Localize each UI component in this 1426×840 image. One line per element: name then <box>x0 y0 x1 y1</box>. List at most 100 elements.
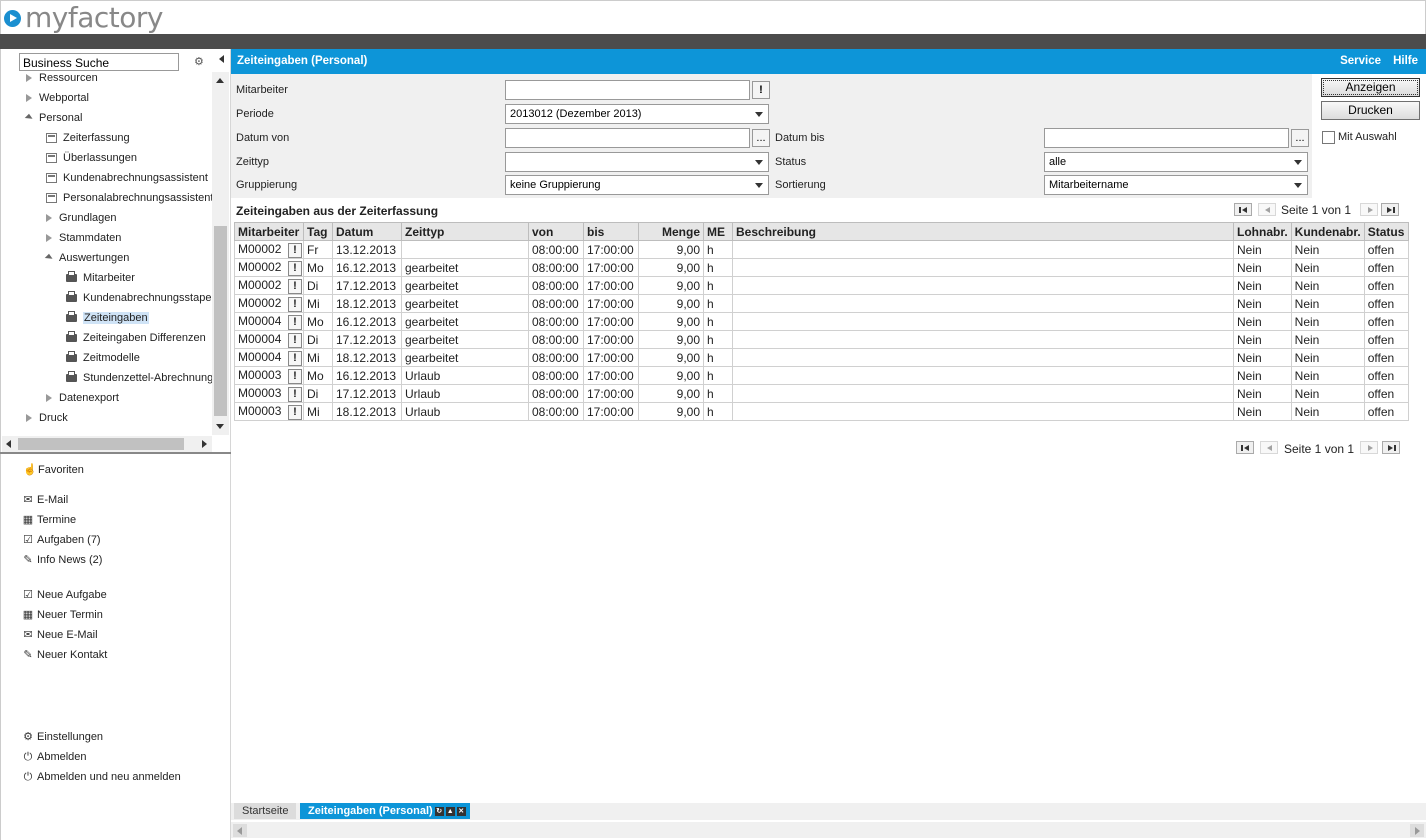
table-row[interactable]: M00002! Mi 18.12.2013 gearbeitet 08:00:00 17:… <box>234 294 1409 313</box>
scroll-right-icon-bottom[interactable] <box>1410 824 1424 837</box>
search-settings-gear-icon[interactable]: ⚙ <box>194 55 204 68</box>
mitarbeiter-lookup-button[interactable]: ! <box>752 81 770 99</box>
pin-tab-icon[interactable]: ▲ <box>445 806 455 816</box>
last-page-button[interactable] <box>1381 203 1399 216</box>
scroll-up-icon[interactable] <box>212 72 229 89</box>
sidebar-link-abmelden-und-neu-anmelden[interactable]: ⏻ Abmelden und neu anmelden <box>22 769 181 785</box>
scroll-left-icon[interactable] <box>2 436 18 452</box>
tab-startseite[interactable]: Startseite <box>234 803 297 819</box>
tree-item-stammdaten[interactable]: Stammdaten <box>46 231 121 251</box>
sidebar-link-e-mail[interactable]: ✉ E-Mail <box>22 492 68 508</box>
gruppierung-select[interactable]: keine Gruppierung <box>505 175 769 195</box>
tree-item-zeiteingaben-differenzen[interactable]: Zeiteingaben Differenzen <box>66 331 206 351</box>
row-detail-button[interactable]: ! <box>288 278 302 294</box>
row-detail-button[interactable]: ! <box>288 386 302 402</box>
tree-item-webportal[interactable]: Webportal <box>26 91 89 111</box>
datum-bis-picker-button[interactable]: ... <box>1291 129 1309 147</box>
bottom-horizontal-scrollbar[interactable] <box>231 822 1426 838</box>
tree-item-grundlagen[interactable]: Grundlagen <box>46 211 117 231</box>
sidebar-link-abmelden[interactable]: ⏻ Abmelden <box>22 749 87 765</box>
sidebar-link-neuer-kontakt[interactable]: ✎ Neuer Kontakt <box>22 647 107 663</box>
sidebar-link-termine[interactable]: ▦ Termine <box>22 512 76 528</box>
tree-item-zeiteingaben[interactable]: Zeiteingaben <box>66 311 149 331</box>
row-detail-button[interactable]: ! <box>288 296 302 312</box>
table-row[interactable]: M00003! Di 17.12.2013 Urlaub 08:00:00 17:00:0… <box>234 384 1409 403</box>
sortierung-select[interactable]: Mitarbeitername <box>1044 175 1308 195</box>
column-header-kundenabr[interactable]: Kundenabr. <box>1290 222 1365 241</box>
tree-item-kundenabrechnungsassistent[interactable]: Kundenabrechnungsassistent <box>46 171 208 191</box>
sidebar-link-neuer-termin[interactable]: ▦ Neuer Termin <box>22 607 103 623</box>
column-header-menge[interactable]: Menge <box>638 222 704 241</box>
sidebar-link-einstellungen[interactable]: ⚙ Einstellungen <box>22 729 103 745</box>
table-row[interactable]: M00003! Mo 16.12.2013 Urlaub 08:00:00 17:00:0… <box>234 366 1409 385</box>
tree-item-mitarbeiter[interactable]: Mitarbeiter <box>66 271 135 291</box>
sidebar-link-neue-e-mail[interactable]: ✉ Neue E-Mail <box>22 627 97 643</box>
tree-item-datenexport[interactable]: Datenexport <box>46 391 119 411</box>
last-page-button-bottom[interactable] <box>1382 441 1400 454</box>
tree-item-kundenabrechnungsstapel[interactable]: Kundenabrechnungsstapel <box>66 291 212 311</box>
scroll-down-icon[interactable] <box>212 418 229 435</box>
previous-page-button-bottom[interactable] <box>1260 441 1278 454</box>
scroll-thumb-horizontal[interactable] <box>18 438 184 450</box>
service-link[interactable]: Service <box>1340 55 1381 67</box>
tree-item-zeiterfassung[interactable]: Zeiterfassung <box>46 131 130 151</box>
tree-item-druck[interactable]: Druck <box>26 411 68 431</box>
help-link[interactable]: Hilfe <box>1393 55 1418 67</box>
table-row[interactable]: M00002! Di 17.12.2013 gearbeitet 08:00:00 17:… <box>234 276 1409 295</box>
scroll-left-icon-bottom[interactable] <box>233 824 247 837</box>
table-row[interactable]: M00004! Mo 16.12.2013 gearbeitet 08:00:00 17:… <box>234 312 1409 331</box>
next-page-button-bottom[interactable] <box>1360 441 1378 454</box>
favorites-link[interactable]: ☝Favoriten <box>23 462 84 478</box>
row-detail-button[interactable]: ! <box>288 404 302 420</box>
column-header-tag[interactable]: Tag <box>303 222 333 241</box>
scroll-right-icon[interactable] <box>196 436 212 452</box>
tab-zeiteingaben[interactable]: Zeiteingaben (Personal) ↻ ▲ ✕ <box>300 803 470 819</box>
table-row[interactable]: M00003! Mi 18.12.2013 Urlaub 08:00:00 17:00:0… <box>234 402 1409 421</box>
mitarbeiter-input[interactable] <box>505 80 750 100</box>
table-row[interactable]: M00002! Mo 16.12.2013 gearbeitet 08:00:00 17:… <box>234 258 1409 277</box>
sidebar-link-info-news-2[interactable]: ✎ Info News (2) <box>22 552 102 568</box>
previous-page-button[interactable] <box>1258 203 1276 216</box>
column-header-bis[interactable]: bis <box>583 222 639 241</box>
first-page-button[interactable] <box>1234 203 1252 216</box>
close-tab-icon[interactable]: ✕ <box>456 806 466 816</box>
tree-item-auswertungen[interactable]: Auswertungen <box>44 251 129 271</box>
next-page-button[interactable] <box>1360 203 1378 216</box>
row-detail-button[interactable]: ! <box>288 350 302 366</box>
table-row[interactable]: M00002! Fr 13.12.2013 08:00:00 17:00:00 9,00 h… <box>234 240 1409 259</box>
table-row[interactable]: M00004! Mi 18.12.2013 gearbeitet 08:00:00 17:… <box>234 348 1409 367</box>
zeittyp-select[interactable] <box>505 152 769 172</box>
column-header-mitarbeiter[interactable]: Mitarbeiter <box>234 222 304 241</box>
sidebar-link-aufgaben-7[interactable]: ☑ Aufgaben (7) <box>22 532 101 548</box>
column-header-datum[interactable]: Datum <box>332 222 402 241</box>
tree-item-ressourcen[interactable]: Ressourcen <box>26 71 98 91</box>
tree-horizontal-scrollbar[interactable] <box>2 436 212 452</box>
column-header-status[interactable]: Status <box>1363 222 1409 241</box>
column-header-lohnabr[interactable]: Lohnabr. <box>1233 222 1292 241</box>
row-detail-button[interactable]: ! <box>288 332 302 348</box>
business-search-input[interactable]: Business Suche <box>19 53 179 71</box>
table-row[interactable]: M00004! Di 17.12.2013 gearbeitet 08:00:00 17:… <box>234 330 1409 349</box>
tree-item-personal[interactable]: Personal <box>24 111 82 131</box>
periode-select[interactable]: 2013012 (Dezember 2013) <box>505 104 769 124</box>
datum-bis-input[interactable] <box>1044 128 1289 148</box>
status-select[interactable]: alle <box>1044 152 1308 172</box>
column-header-beschreibung[interactable]: Beschreibung <box>732 222 1234 241</box>
tree-item-zeitmodelle[interactable]: Zeitmodelle <box>66 351 140 371</box>
mit-auswahl-checkbox[interactable] <box>1322 131 1335 144</box>
drucken-button[interactable]: Drucken <box>1321 101 1420 120</box>
tree-vertical-scrollbar[interactable] <box>212 72 229 435</box>
first-page-button-bottom[interactable] <box>1236 441 1254 454</box>
row-detail-button[interactable]: ! <box>288 368 302 384</box>
sidebar-link-neue-aufgabe[interactable]: ☑ Neue Aufgabe <box>22 587 107 603</box>
column-header-von[interactable]: von <box>528 222 584 241</box>
row-detail-button[interactable]: ! <box>288 314 302 330</box>
scroll-thumb[interactable] <box>214 226 227 416</box>
column-header-me[interactable]: ME <box>703 222 733 241</box>
row-detail-button[interactable]: ! <box>288 260 302 276</box>
refresh-tab-icon[interactable]: ↻ <box>434 806 444 816</box>
tree-item-stundenzettel-abrechnung[interactable]: Stundenzettel-Abrechnung <box>66 371 212 391</box>
datum-von-input[interactable] <box>505 128 750 148</box>
row-detail-button[interactable]: ! <box>288 242 302 258</box>
anzeigen-button[interactable]: Anzeigen <box>1321 78 1420 97</box>
